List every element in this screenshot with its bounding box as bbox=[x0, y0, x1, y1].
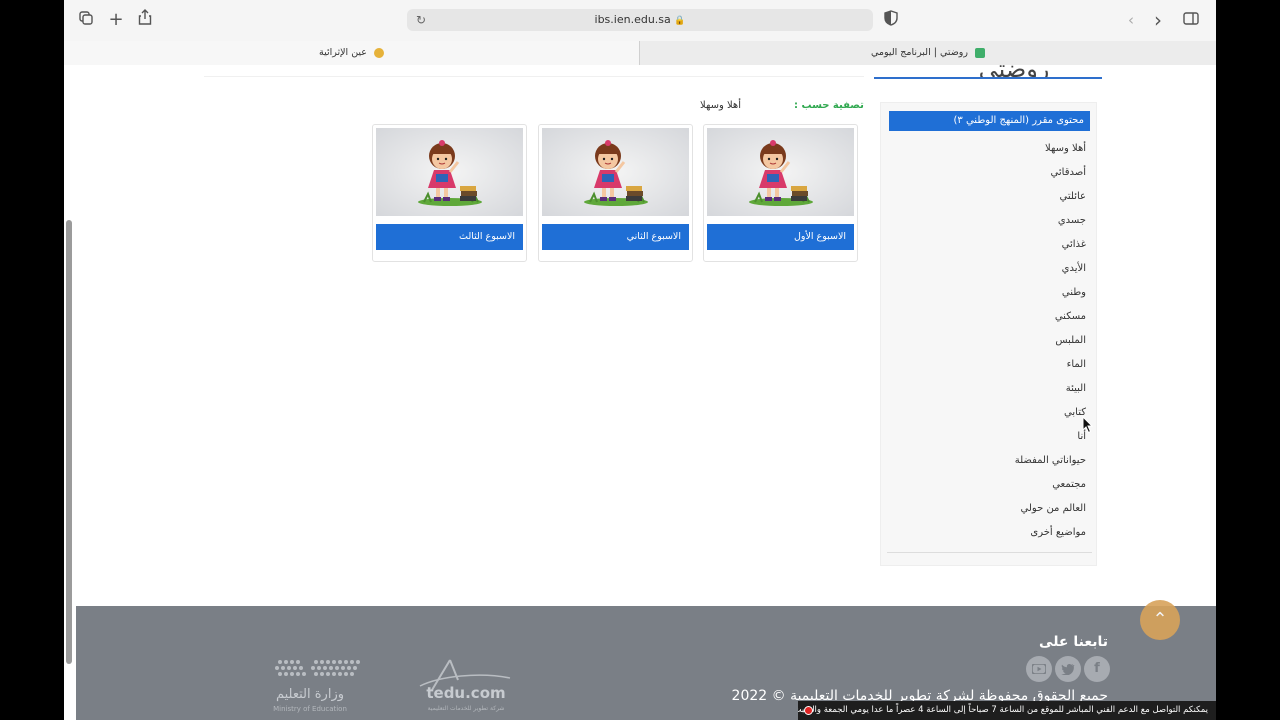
share-icon[interactable] bbox=[134, 9, 156, 31]
kid-reading-illustration[interactable] bbox=[542, 128, 689, 216]
sidebar-item[interactable]: الملبس bbox=[1015, 331, 1086, 355]
facebook-icon[interactable]: f bbox=[1084, 656, 1110, 682]
week-card-2[interactable]: الاسبوع الثاني bbox=[538, 124, 693, 262]
svg-text:Ministry of Education: Ministry of Education bbox=[273, 705, 347, 713]
week-button[interactable]: الاسبوع الأول bbox=[707, 224, 854, 250]
svg-text:tedu.com: tedu.com bbox=[426, 684, 505, 702]
sidebar-list: أهلا وسهلا أصدقائي عائلتي جسدي غذائي الأيدي وط… bbox=[1015, 139, 1086, 547]
sidebar-item[interactable]: مواضيع أخرى bbox=[1015, 523, 1086, 547]
follow-us-title: تابعنا على bbox=[1039, 634, 1108, 650]
sidebar-item[interactable]: أنا bbox=[1015, 427, 1086, 451]
browser-window: + ↻ ibs.ien.edu.sa 🔒 ‹ › عين الإثرائية ر… bbox=[64, 0, 1216, 720]
page-title-clipped: روضتي bbox=[978, 55, 1050, 79]
sidebar-item[interactable]: كتابي bbox=[1015, 403, 1086, 427]
sidebar-item[interactable]: العالم من حولي bbox=[1015, 499, 1086, 523]
scroll-to-top-button[interactable]: ⌃ bbox=[1140, 600, 1180, 640]
favicon-icon bbox=[374, 47, 384, 58]
tab-daily-program[interactable]: روضتي | البرنامج اليومي bbox=[640, 41, 1216, 65]
twitter-icon[interactable] bbox=[1055, 656, 1081, 682]
sidebar-item[interactable]: عائلتي bbox=[1015, 187, 1086, 211]
youtube-icon[interactable] bbox=[1026, 656, 1052, 682]
browser-toolbar: + ↻ ibs.ien.edu.sa 🔒 ‹ › bbox=[64, 0, 1216, 41]
sidebar-item[interactable]: الماء bbox=[1015, 355, 1086, 379]
kid-reading-illustration[interactable] bbox=[376, 128, 523, 216]
lock-icon: 🔒 bbox=[674, 16, 686, 26]
divider bbox=[887, 552, 1092, 553]
support-banner: يمكنكم التواصل مع الدعم الفني المباشر لل… bbox=[798, 701, 1216, 720]
sidebar-item[interactable]: جسدي bbox=[1015, 211, 1086, 235]
url-text: ibs.ien.edu.sa 🔒 bbox=[594, 13, 686, 26]
tab-label: عين الإثرائية bbox=[318, 47, 367, 58]
page-content: روضتي محتوى مقرر (المنهج الوطني ٣) أهلا … bbox=[64, 55, 1216, 720]
sidebar-item[interactable]: أصدقائي bbox=[1015, 163, 1086, 187]
arrow-up-icon: ⌃ bbox=[1152, 609, 1168, 630]
kid-reading-illustration[interactable] bbox=[707, 128, 854, 216]
back-icon[interactable]: ‹ bbox=[1120, 9, 1142, 31]
curriculum-sidebar: محتوى مقرر (المنهج الوطني ٣) أهلا وسهلا أ… bbox=[880, 102, 1097, 566]
shield-icon[interactable] bbox=[884, 10, 898, 26]
svg-text:وزارة التعليم: وزارة التعليم bbox=[276, 687, 344, 702]
sidebar-item[interactable]: البيئة bbox=[1015, 379, 1086, 403]
address-bar[interactable]: ↻ ibs.ien.edu.sa 🔒 bbox=[407, 9, 873, 31]
forward-icon[interactable]: › bbox=[1147, 9, 1169, 31]
sidebar-item[interactable]: الأيدي bbox=[1015, 259, 1086, 283]
week-button[interactable]: الاسبوع الثاني bbox=[542, 224, 689, 250]
new-tab-icon[interactable]: + bbox=[105, 9, 127, 31]
title-underline bbox=[874, 77, 1102, 79]
tabs-overview-icon[interactable] bbox=[75, 9, 97, 31]
top-divider bbox=[204, 65, 864, 77]
svg-text:شركة تطوير للخدمات التعليمية: شركة تطوير للخدمات التعليمية bbox=[428, 705, 505, 712]
filter-label: تصفية حسب : bbox=[794, 100, 864, 111]
week-card-3[interactable]: الاسبوع الثالث bbox=[372, 124, 527, 262]
page-scrollbar[interactable] bbox=[66, 220, 72, 664]
tab-enrichment[interactable]: عين الإثرائية bbox=[64, 41, 640, 65]
filter-value[interactable]: أهلا وسهلا bbox=[700, 100, 741, 111]
sidebar-item[interactable]: أهلا وسهلا bbox=[1015, 139, 1086, 163]
sidebar-item[interactable]: حيواناتي المفضلة bbox=[1015, 451, 1086, 475]
sidebar-toggle-icon[interactable] bbox=[1180, 9, 1202, 31]
ministry-of-education-logo: وزارة التعليم Ministry of Education bbox=[232, 656, 372, 720]
sidebar-header[interactable]: محتوى مقرر (المنهج الوطني ٣) bbox=[889, 111, 1090, 131]
support-banner-text: يمكنكم التواصل مع الدعم الفني المباشر لل… bbox=[798, 705, 1208, 715]
tedu-logo: tedu.com شركة تطوير للخدمات التعليمية bbox=[410, 656, 522, 720]
sidebar-item[interactable]: مجتمعي bbox=[1015, 475, 1086, 499]
sidebar-item[interactable]: غذائي bbox=[1015, 235, 1086, 259]
week-card-1[interactable]: الاسبوع الأول bbox=[703, 124, 858, 262]
week-button[interactable]: الاسبوع الثالث bbox=[376, 224, 523, 250]
sidebar-item[interactable]: مسكني bbox=[1015, 307, 1086, 331]
sidebar-item[interactable]: وطني bbox=[1015, 283, 1086, 307]
record-dot-icon bbox=[804, 706, 813, 715]
